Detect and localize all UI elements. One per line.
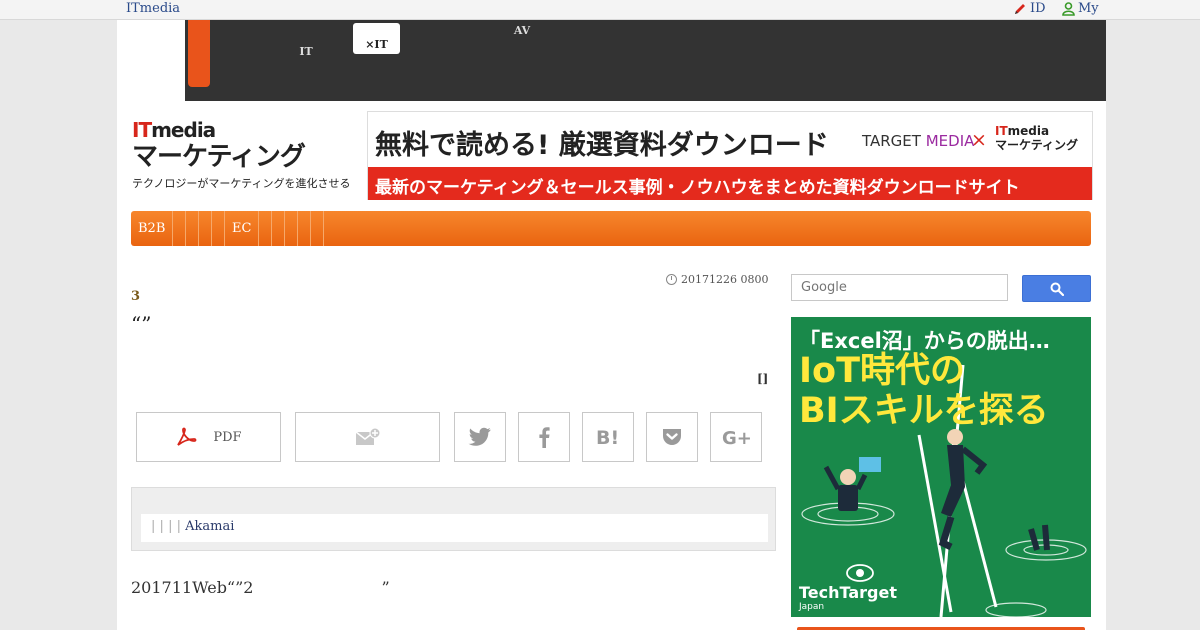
site-logo[interactable]: ITmedia マーケティング テクノロジーがマーケティングを進化させる	[132, 118, 357, 196]
menu-item[interactable]	[199, 211, 212, 246]
author-brackets: []	[757, 372, 769, 386]
article-headline: “”	[131, 312, 152, 336]
ad-line-2: IoT時代の BIスキルを探る	[799, 351, 1049, 431]
pocket-icon	[663, 429, 681, 445]
menu-item[interactable]	[173, 211, 186, 246]
pencil-icon	[1015, 3, 1025, 14]
user-icon	[1062, 1, 1075, 16]
banner-cross: ×	[971, 129, 987, 151]
pdf-button[interactable]: PDF	[136, 412, 281, 462]
facebook-icon	[539, 427, 550, 448]
hatena-share-button[interactable]: B!	[582, 412, 634, 462]
clock-icon	[666, 274, 677, 285]
banner-subtitle: 最新のマーケティング＆セールス事例・ノウハウをまとめた資料ダウンロードサイト	[368, 167, 1092, 200]
google-plus-icon: G+	[722, 428, 750, 447]
menu-item[interactable]	[212, 211, 225, 246]
article-kicker: 3	[131, 289, 141, 304]
menu-item[interactable]	[186, 211, 199, 246]
logo-tagline: テクノロジーがマーケティングを進化させる	[132, 177, 351, 190]
menu-item-ec[interactable]: EC	[225, 211, 259, 246]
my-link[interactable]: My	[1062, 1, 1099, 16]
publish-date-text: 20171226 0800	[681, 273, 769, 286]
search-button[interactable]	[1022, 275, 1091, 302]
nav-orange-tab[interactable]	[188, 20, 210, 87]
my-label: My	[1078, 1, 1099, 16]
banner-itmedia-logo: ITmedia マーケティング	[995, 124, 1079, 152]
related-keywords-list: | | | | Akamai	[141, 514, 768, 542]
techtarget-logo: TechTarget Japan	[799, 563, 897, 612]
facebook-share-button[interactable]	[518, 412, 570, 462]
logo-title: マーケティング	[132, 142, 306, 172]
related-keywords-box: | | | | Akamai	[131, 487, 776, 551]
article-body: 201711Web“”2 ”	[131, 578, 390, 597]
google-plus-share-button[interactable]: G+	[710, 412, 762, 462]
menu-item-b2b[interactable]: B2B	[131, 211, 173, 246]
twitter-icon	[468, 427, 491, 446]
publish-date: 20171226 0800	[666, 273, 768, 286]
search-icon	[1050, 282, 1064, 296]
header-banner-ad[interactable]: 無料で読める! 厳選資料ダウンロード TARGET MEDIA × ITmedi…	[367, 111, 1093, 200]
itmedia-top-link[interactable]: ITmedia	[126, 1, 180, 16]
menu-item[interactable]	[285, 211, 298, 246]
mail-plus-icon	[355, 428, 380, 445]
svg-text:B!: B!	[596, 427, 619, 447]
pocket-share-button[interactable]	[646, 412, 698, 462]
nav-item-av[interactable]: AV	[511, 25, 533, 49]
top-utility-bar: ITmedia ID My	[0, 0, 1200, 20]
menu-item[interactable]	[298, 211, 311, 246]
id-label: ID	[1030, 1, 1046, 16]
nav-item-it[interactable]: IT	[295, 25, 317, 61]
site-nav: IT ×IT AV	[185, 20, 1106, 101]
pdf-label: PDF	[213, 429, 242, 445]
banner-partner-logo: TARGET MEDIA	[862, 132, 975, 150]
techtarget-eye-icon	[846, 564, 874, 582]
hatena-bookmark-icon: B!	[596, 427, 619, 447]
pdf-icon	[177, 427, 197, 446]
related-keyword-akamai[interactable]: Akamai	[185, 519, 234, 534]
menu-item[interactable]	[311, 211, 324, 246]
id-link[interactable]: ID	[1013, 1, 1046, 16]
sidebar-ad[interactable]: 「Excel沼」からの脱出… IoT時代の BIスキルを探る TechTarget…	[791, 317, 1091, 617]
menu-item[interactable]	[272, 211, 285, 246]
menu-item[interactable]	[259, 211, 272, 246]
banner-title: 無料で読める! 厳選資料ダウンロード	[375, 130, 829, 161]
mail-button[interactable]	[295, 412, 440, 462]
twitter-share-button[interactable]	[454, 412, 506, 462]
logo-wordmark: ITmedia	[132, 118, 216, 142]
nav-item-x-it[interactable]: ×IT	[353, 23, 400, 54]
category-menu: B2B EC	[131, 211, 1091, 246]
site-search-input[interactable]	[791, 274, 1008, 301]
svg-text:G+: G+	[722, 428, 750, 447]
